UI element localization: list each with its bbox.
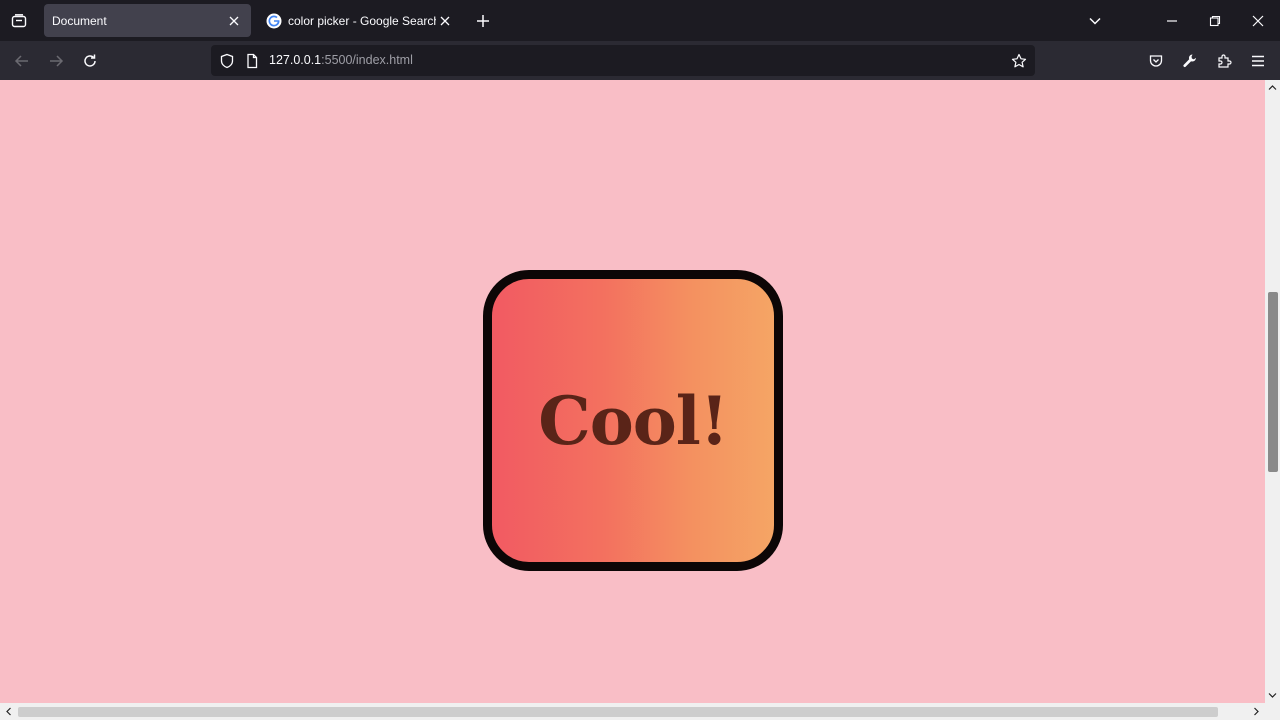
url-text: 127.0.0.1:5500/index.html xyxy=(269,53,413,67)
horizontal-scrollbar[interactable] xyxy=(0,703,1280,720)
pocket-icon[interactable] xyxy=(1142,47,1170,75)
minimize-icon[interactable] xyxy=(1151,0,1193,41)
restore-icon[interactable] xyxy=(1194,0,1236,41)
scroll-left-icon[interactable] xyxy=(0,703,17,720)
scroll-down-icon[interactable] xyxy=(1265,688,1280,703)
tab-color-picker-search[interactable]: color picker - Google Search xyxy=(258,4,462,37)
google-icon xyxy=(266,13,282,29)
address-bar[interactable]: 127.0.0.1:5500/index.html xyxy=(211,45,1035,76)
arrow-left-icon[interactable] xyxy=(8,47,36,75)
navigation-toolbar: 127.0.0.1:5500/index.html xyxy=(0,41,1280,80)
url-host: 127.0.0.1 xyxy=(269,53,322,67)
plus-icon[interactable] xyxy=(470,8,496,34)
tab-title: Document xyxy=(52,13,107,28)
star-icon[interactable] xyxy=(1010,52,1028,70)
window-close-icon[interactable] xyxy=(1237,0,1279,41)
page-icon[interactable] xyxy=(243,52,261,70)
scroll-right-icon[interactable] xyxy=(1248,703,1265,720)
close-icon[interactable] xyxy=(436,12,454,30)
shield-icon[interactable] xyxy=(218,52,236,70)
scroll-up-icon[interactable] xyxy=(1265,80,1280,95)
vertical-scrollbar[interactable] xyxy=(1265,80,1280,703)
puzzle-icon[interactable] xyxy=(1210,47,1238,75)
tab-title: color picker - Google Search xyxy=(288,13,436,28)
chevron-down-icon[interactable] xyxy=(1082,8,1108,34)
url-path: :5500/index.html xyxy=(321,53,413,67)
wrench-icon[interactable] xyxy=(1176,47,1204,75)
arrow-right-icon[interactable] xyxy=(42,47,70,75)
tab-list-icon[interactable] xyxy=(6,8,32,34)
close-icon[interactable] xyxy=(225,12,243,30)
horizontal-scroll-thumb[interactable] xyxy=(18,707,1218,717)
gradient-card: Cool! xyxy=(483,270,783,571)
vertical-scroll-thumb[interactable] xyxy=(1268,292,1278,472)
page-viewport: Cool! xyxy=(0,80,1265,703)
card-label: Cool! xyxy=(538,381,729,460)
tab-document[interactable]: Document xyxy=(44,4,251,37)
tab-strip: Document color picker - Google Search xyxy=(0,0,1280,41)
hamburger-icon[interactable] xyxy=(1244,47,1272,75)
reload-icon[interactable] xyxy=(76,47,104,75)
